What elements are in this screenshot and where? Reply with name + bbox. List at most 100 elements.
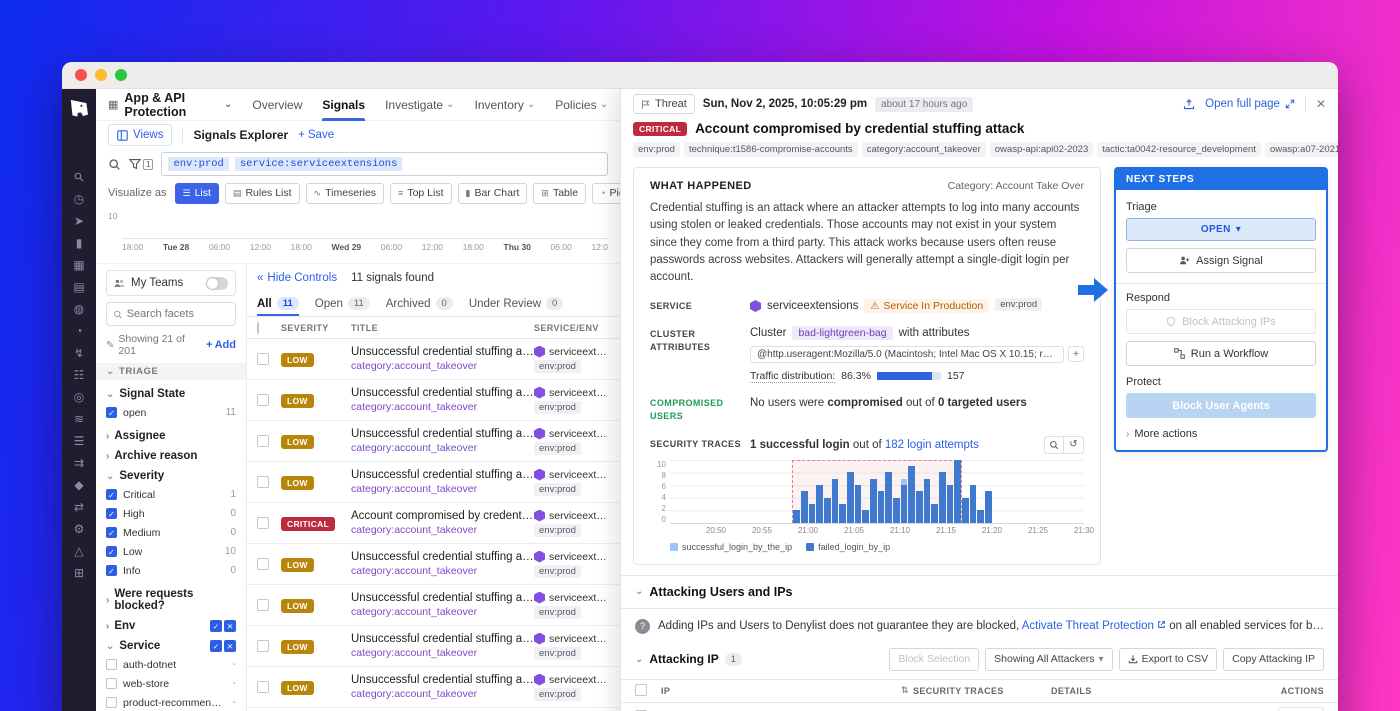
select-all-checkbox[interactable]: [257, 322, 259, 334]
env-tag[interactable]: env:prod: [534, 524, 581, 537]
assign-signal-button[interactable]: Assign Signal: [1126, 248, 1316, 273]
row-checkbox[interactable]: [257, 558, 269, 570]
signal-tag[interactable]: technique:t1586-compromise-accounts: [684, 142, 858, 157]
nav-item[interactable]: Inventory ⌄: [475, 89, 536, 121]
facet-checkbox[interactable]: [106, 678, 117, 689]
env-tag[interactable]: env:prod: [534, 360, 581, 373]
attacking-section-header[interactable]: ⌄ Attacking Users and IPs: [621, 575, 1338, 609]
cluster-name-tag[interactable]: bad-lightgreen-bag: [792, 326, 892, 340]
facet-value[interactable]: Low 10: [106, 542, 236, 561]
env-tag[interactable]: env:prod: [534, 688, 581, 701]
facet-value[interactable]: web-store -: [106, 674, 236, 693]
signal-category-tag[interactable]: category:account_takeover: [351, 483, 534, 495]
signal-tag[interactable]: env:prod: [633, 142, 680, 157]
signal-row[interactable]: LOW Unsuccessful credential stuffing att…: [247, 544, 620, 585]
signal-tag[interactable]: owasp-api:api02-2023: [990, 142, 1093, 157]
attacking-ip-row[interactable]: 165.227.8.8 ⊘ 182 No blocking data. Bloc…: [621, 703, 1338, 711]
env-tag[interactable]: env:prod: [534, 565, 581, 578]
row-checkbox[interactable]: [257, 517, 269, 529]
watchdog-icon[interactable]: ◔: [62, 320, 96, 342]
signal-row[interactable]: CRITICAL Account compromised by credenti…: [247, 503, 620, 544]
env-tag[interactable]: env:prod: [534, 442, 581, 455]
facet-severity[interactable]: ⌄ Severity: [106, 470, 236, 482]
share-icon[interactable]: [1183, 98, 1195, 110]
facet-checkbox[interactable]: [106, 489, 117, 500]
search-icon[interactable]: [108, 158, 121, 171]
facet-filter-chip[interactable]: ✓ ✕: [210, 640, 236, 652]
edit-icon[interactable]: ✎: [106, 340, 114, 351]
logs-icon[interactable]: ☰: [62, 430, 96, 452]
visualize-option[interactable]: ☰ List: [175, 183, 219, 204]
security-icon[interactable]: ◆: [62, 474, 96, 496]
notebooks-icon[interactable]: ▤: [62, 276, 96, 298]
teams-icon[interactable]: ☷: [62, 364, 96, 386]
row-checkbox[interactable]: [257, 476, 269, 488]
settings-icon[interactable]: ⚙: [62, 518, 96, 540]
maximize-window-button[interactable]: [115, 69, 127, 81]
signal-category-tag[interactable]: category:account_takeover: [351, 606, 534, 618]
row-checkbox[interactable]: [257, 394, 269, 406]
ci-icon[interactable]: ⇉: [62, 452, 96, 474]
visualize-option[interactable]: ∿ Timeseries: [306, 183, 385, 204]
query-token[interactable]: env:prod: [168, 157, 228, 171]
visualize-option[interactable]: ≡ Top List: [390, 183, 451, 204]
facet-assignee[interactable]: › Assignee: [106, 430, 236, 442]
datadog-logo-icon[interactable]: [69, 99, 89, 122]
globe-icon[interactable]: ◍: [62, 298, 96, 320]
signal-category-tag[interactable]: category:account_takeover: [351, 524, 534, 536]
security-traces-chart[interactable]: 1086420 20:5020:5521:0021:0521:1021:1521…: [650, 460, 1084, 552]
signal-tab[interactable]: Archived 0: [386, 292, 453, 316]
facet-archive-reason[interactable]: › Archive reason: [106, 450, 236, 462]
facet-checkbox[interactable]: [106, 508, 117, 519]
product-switcher[interactable]: ▦ App & API Protection ⌄: [108, 91, 232, 119]
env-tag[interactable]: env:prod: [534, 401, 581, 414]
failed_login_by_ip[interactable]: failed_login_by_ip: [806, 542, 890, 552]
row-checkbox[interactable]: [257, 435, 269, 447]
facet-search-input[interactable]: [127, 308, 229, 320]
row-checkbox[interactable]: [257, 681, 269, 693]
login-attempts-link[interactable]: 182 login attempts: [885, 439, 979, 451]
more-actions-link[interactable]: › More actions: [1126, 428, 1316, 440]
facet-value[interactable]: Critical 1: [106, 485, 236, 504]
env-tag[interactable]: env:prod: [534, 483, 581, 496]
dashboards-icon[interactable]: ▦: [62, 254, 96, 276]
row-checkbox[interactable]: [257, 599, 269, 611]
facet-service[interactable]: ⌄ Service ✓ ✕: [106, 640, 236, 652]
expand-attributes-button[interactable]: +: [1068, 346, 1084, 362]
signal-tab[interactable]: Open 11: [315, 292, 370, 316]
add-facet-button[interactable]: +Add: [206, 339, 236, 351]
signals-timeline-chart[interactable]: 10 18:00Tue 2806:0012:0018:00Wed 2906:00…: [96, 207, 620, 263]
facet-checkbox[interactable]: [106, 565, 117, 576]
attackers-filter-dropdown[interactable]: Showing All Attackers▾: [985, 648, 1112, 671]
signal-row[interactable]: LOW Unsuccessful credential stuffing att…: [247, 421, 620, 462]
search-query-input[interactable]: env:prodservice:serviceextensions: [161, 152, 608, 176]
facet-value[interactable]: Info 0: [106, 561, 236, 580]
service-name[interactable]: serviceextensions: [767, 300, 858, 312]
block-ip-button[interactable]: Block: [1278, 707, 1324, 711]
visualize-option[interactable]: ▮ Bar Chart: [458, 183, 528, 204]
nav-item[interactable]: Investigate ⌄: [385, 89, 454, 121]
signal-row[interactable]: LOW Unsuccessful credential stuffing att…: [247, 462, 620, 503]
signal-category-tag[interactable]: category:account_takeover: [351, 565, 534, 577]
facet-checkbox[interactable]: [106, 527, 117, 538]
env-tag[interactable]: env:prod: [534, 647, 581, 660]
signal-category-tag[interactable]: category:account_takeover: [351, 688, 534, 700]
signal-row[interactable]: LOW Unsuccessful credential stuffing att…: [247, 380, 620, 421]
reset-zoom-icon[interactable]: ↺: [1064, 436, 1084, 454]
nav-item[interactable]: Signals ⌄: [322, 89, 365, 121]
signal-category-tag[interactable]: category:account_takeover: [351, 401, 534, 413]
visualize-option[interactable]: ⊞ Table: [533, 183, 586, 204]
attacking-ip-group[interactable]: ⌄ Attacking IP 1: [635, 652, 742, 666]
signal-row[interactable]: LOW Unsuccessful credential stuffing att…: [247, 626, 620, 667]
filter-icon[interactable]: 1: [129, 158, 153, 170]
hide-controls-button[interactable]: « Hide Controls: [257, 272, 337, 284]
signal-category-tag[interactable]: category:account_takeover: [351, 442, 534, 454]
facet-checkbox[interactable]: [106, 546, 117, 557]
nav-item[interactable]: Policies ⌄: [555, 89, 608, 121]
copy-attacking-ip-button[interactable]: Copy Attacking IP: [1223, 648, 1324, 671]
signal-category-tag[interactable]: category:account_takeover: [351, 360, 534, 372]
run-workflow-button[interactable]: Run a Workflow: [1126, 341, 1316, 366]
nav-item[interactable]: Overview ⌄: [252, 89, 302, 121]
minimize-window-button[interactable]: [95, 69, 107, 81]
block-attacking-ips-button[interactable]: Block Attacking IPs: [1126, 309, 1316, 334]
